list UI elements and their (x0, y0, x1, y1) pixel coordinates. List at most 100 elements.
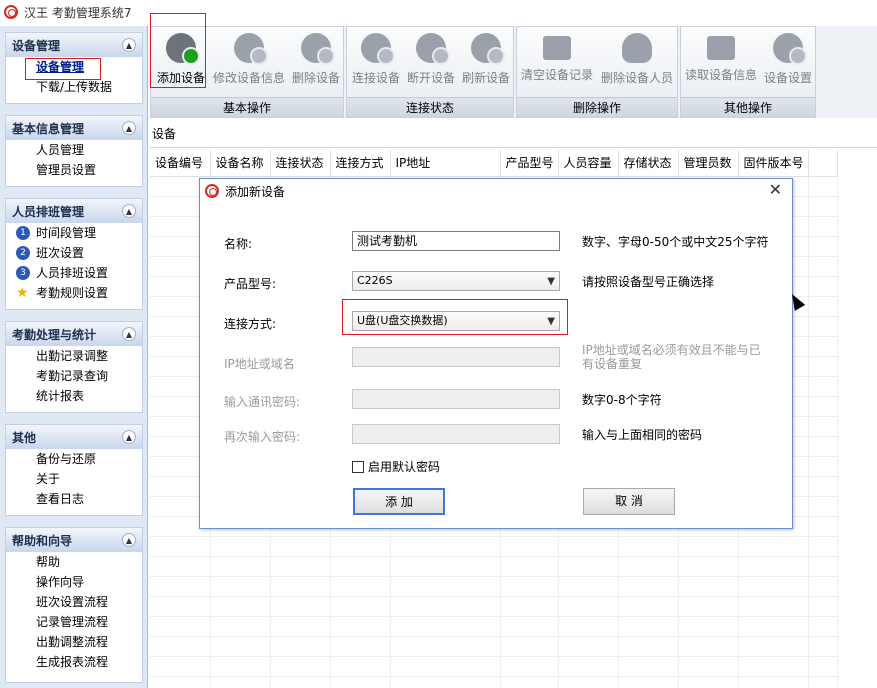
table-cell[interactable] (808, 356, 838, 377)
table-cell[interactable] (678, 556, 739, 577)
table-cell[interactable] (678, 656, 739, 677)
table-cell[interactable] (808, 336, 838, 357)
table-cell[interactable] (808, 396, 838, 417)
table-cell[interactable] (808, 616, 838, 637)
table-cell[interactable] (210, 556, 271, 577)
table-cell[interactable] (500, 556, 559, 577)
ip-address-input[interactable] (352, 347, 560, 367)
column-header[interactable]: 连接状态 (270, 150, 331, 177)
table-cell[interactable] (558, 656, 619, 677)
table-cell[interactable] (808, 276, 838, 297)
table-cell[interactable] (618, 616, 679, 637)
table-cell[interactable] (270, 676, 331, 688)
sidebar-item-about[interactable]: 关于 (6, 469, 142, 489)
table-cell[interactable] (808, 176, 838, 197)
collapse-chevron-icon[interactable]: ▲ (122, 430, 136, 444)
table-cell[interactable] (210, 576, 271, 597)
delete-device-button[interactable]: 删除设备 (289, 27, 343, 97)
table-cell[interactable] (500, 676, 559, 688)
table-cell[interactable] (618, 556, 679, 577)
table-cell[interactable] (808, 536, 838, 557)
edit-device-button[interactable]: 修改设备信息 (211, 27, 287, 97)
table-cell[interactable] (808, 476, 838, 497)
close-icon[interactable]: ✕ (769, 182, 782, 198)
table-cell[interactable] (270, 636, 331, 657)
sidebar-item-admin-settings[interactable]: 管理员设置 (6, 160, 142, 180)
table-cell[interactable] (330, 636, 391, 657)
column-header[interactable]: 设备编号 (150, 150, 211, 177)
column-header[interactable]: 产品型号 (500, 150, 559, 177)
column-header[interactable]: 设备名称 (210, 150, 271, 177)
table-cell[interactable] (738, 576, 809, 597)
disconnect-device-button[interactable]: 断开设备 (404, 27, 458, 97)
collapse-chevron-icon[interactable]: ▲ (122, 204, 136, 218)
table-cell[interactable] (330, 676, 391, 688)
table-cell[interactable] (330, 536, 391, 557)
table-cell[interactable] (390, 556, 501, 577)
table-cell[interactable] (330, 656, 391, 677)
sidebar-item-record-flow[interactable]: 记录管理流程 (6, 612, 142, 632)
confirm-password-input[interactable] (352, 424, 560, 444)
table-cell[interactable] (618, 636, 679, 657)
table-cell[interactable] (808, 656, 838, 677)
sidebar-item-reports[interactable]: 统计报表 (6, 386, 142, 406)
table-cell[interactable] (808, 376, 838, 397)
table-cell[interactable] (500, 656, 559, 677)
device-name-input[interactable]: 测试考勤机 (352, 231, 560, 251)
table-cell[interactable] (500, 616, 559, 637)
table-cell[interactable] (270, 536, 331, 557)
table-cell[interactable] (558, 576, 619, 597)
table-cell[interactable] (150, 556, 211, 577)
table-cell[interactable] (210, 616, 271, 637)
column-header[interactable]: IP地址 (390, 150, 501, 177)
table-row[interactable] (150, 576, 838, 597)
table-cell[interactable] (558, 616, 619, 637)
table-cell[interactable] (150, 596, 211, 617)
model-select[interactable]: C226S ▼ (352, 271, 560, 291)
table-row[interactable] (150, 596, 838, 617)
table-row[interactable] (150, 636, 838, 657)
table-cell[interactable] (150, 656, 211, 677)
table-cell[interactable] (738, 636, 809, 657)
sidebar-group-header[interactable]: 人员排班管理 ▲ (6, 199, 142, 223)
table-cell[interactable] (270, 576, 331, 597)
table-cell[interactable] (678, 576, 739, 597)
table-row[interactable] (150, 616, 838, 637)
table-cell[interactable] (738, 676, 809, 688)
table-cell[interactable] (210, 536, 271, 557)
table-cell[interactable] (210, 676, 271, 688)
table-cell[interactable] (808, 256, 838, 277)
table-cell[interactable] (270, 596, 331, 617)
table-cell[interactable] (808, 196, 838, 217)
table-cell[interactable] (390, 676, 501, 688)
table-cell[interactable] (618, 536, 679, 557)
collapse-chevron-icon[interactable]: ▲ (122, 121, 136, 135)
default-password-option[interactable]: 启用默认密码 (352, 458, 440, 475)
table-cell[interactable] (270, 616, 331, 637)
table-cell[interactable] (618, 596, 679, 617)
table-cell[interactable] (808, 296, 838, 317)
table-cell[interactable] (558, 556, 619, 577)
table-cell[interactable] (808, 316, 838, 337)
table-cell[interactable] (500, 576, 559, 597)
table-cell[interactable] (738, 556, 809, 577)
table-cell[interactable] (210, 656, 271, 677)
sidebar-item-report-flow[interactable]: 生成报表流程 (6, 652, 142, 672)
column-header[interactable]: 固件版本号 (738, 150, 809, 177)
cancel-button[interactable]: 取 消 (583, 488, 675, 515)
sidebar-item-view-log[interactable]: 查看日志 (6, 489, 142, 509)
sidebar-item-record-query[interactable]: 考勤记录查询 (6, 366, 142, 386)
table-cell[interactable] (678, 536, 739, 557)
refresh-device-button[interactable]: 刷新设备 (459, 27, 513, 97)
table-cell[interactable] (150, 676, 211, 688)
table-row[interactable] (150, 536, 838, 557)
table-cell[interactable] (678, 636, 739, 657)
delete-person-button[interactable]: 删除设备人员 (599, 27, 675, 97)
table-cell[interactable] (808, 596, 838, 617)
collapse-chevron-icon[interactable]: ▲ (122, 533, 136, 547)
table-cell[interactable] (330, 596, 391, 617)
table-cell[interactable] (150, 536, 211, 557)
sidebar-item-backup-restore[interactable]: 备份与还原 (6, 449, 142, 469)
table-cell[interactable] (150, 636, 211, 657)
table-cell[interactable] (210, 596, 271, 617)
